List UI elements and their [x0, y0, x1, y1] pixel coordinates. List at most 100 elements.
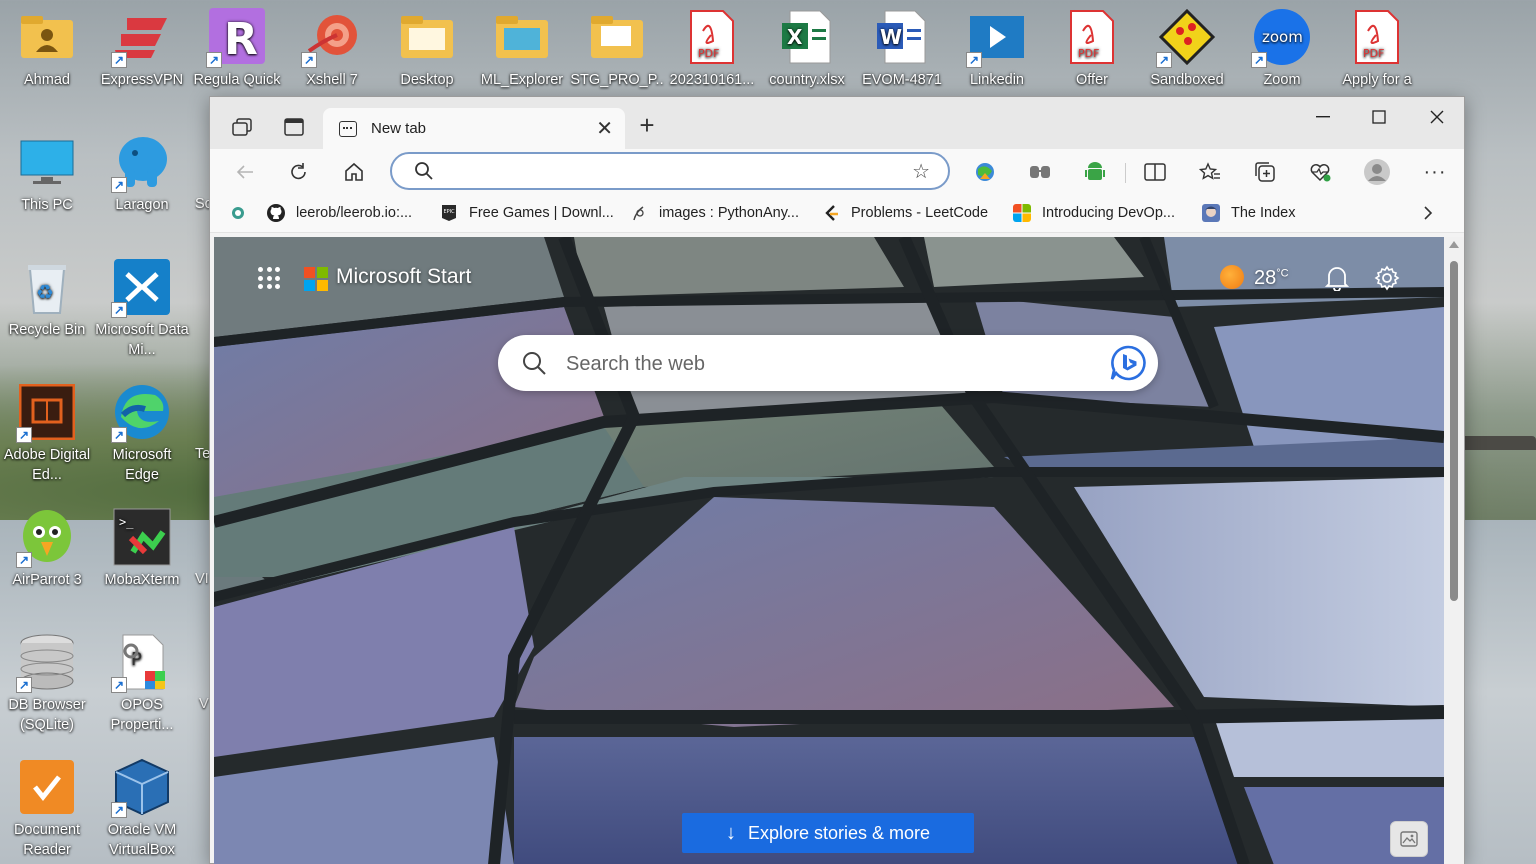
toolbar-separator	[1125, 163, 1126, 183]
scroll-up-arrow-icon[interactable]	[1449, 241, 1459, 248]
web-search-box[interactable]	[498, 335, 1158, 391]
favorite-star-icon[interactable]: ☆	[912, 159, 930, 184]
document-reader-icon	[18, 758, 76, 816]
address-bar[interactable]: ☆	[390, 152, 950, 190]
extension-download-manager[interactable]	[970, 157, 1000, 187]
close-tab-icon[interactable]: ✕	[596, 116, 613, 141]
minimize-icon	[1316, 116, 1330, 118]
new-tab-page-icon	[339, 120, 357, 137]
microsoft-start-brand[interactable]: Microsoft Start	[336, 265, 471, 289]
split-screen-icon	[1144, 163, 1166, 181]
desktop-icon-label: OPOS Properti...	[110, 697, 174, 733]
search-icon	[523, 352, 546, 375]
desktop-icon-label: Microsoft Data Mi...	[95, 322, 189, 358]
bookmark-free-games[interactable]: EPIC Free Games | Downl...	[440, 201, 614, 225]
back-button[interactable]	[230, 157, 260, 187]
refresh-icon	[291, 163, 306, 180]
workspaces-button[interactable]	[226, 111, 258, 143]
desktop-icon-mobaxterm[interactable]: >_ MobaXterm	[95, 500, 189, 620]
anime-avatar-icon	[1202, 204, 1220, 222]
desktop-icon-laragon[interactable]: ↗ Laragon	[95, 125, 189, 245]
edge-icon: ↗	[111, 383, 171, 443]
tab-new-tab[interactable]: New tab ✕	[323, 108, 625, 149]
weather-temperature[interactable]: 28°C	[1254, 267, 1289, 290]
more-dots-icon: ···	[1423, 160, 1447, 183]
notifications-button[interactable]	[1322, 263, 1352, 293]
browser-essentials-button[interactable]	[1305, 157, 1335, 187]
tab-actions-button[interactable]	[278, 111, 310, 143]
heart-pulse-icon	[1310, 164, 1331, 182]
background-image	[214, 237, 1444, 864]
desktop-icon-label: Microsoft Edge	[112, 447, 172, 483]
web-search-input[interactable]	[566, 351, 1086, 377]
glasses-icon	[1030, 166, 1050, 178]
browser-window: New tab ✕ + ☆ ··· leerob/leerob.io:... E…	[209, 96, 1465, 864]
profile-button[interactable]	[1362, 157, 1392, 187]
bookmark-pythonanywhere-images[interactable]: images : PythonAny...	[630, 201, 799, 225]
bookmark-devops[interactable]: Introducing DevOp...	[1013, 201, 1175, 225]
desktop-icon-label: AirParrot 3	[12, 572, 82, 588]
favorites-overflow-button[interactable]	[1422, 201, 1434, 225]
page-settings-button[interactable]	[1372, 263, 1402, 293]
desktop-icon-label: Document Reader	[13, 822, 81, 858]
maximize-button[interactable]	[1356, 101, 1402, 133]
close-window-button[interactable]	[1414, 101, 1460, 133]
desktop-icon-recycle-bin[interactable]: ♻ Recycle Bin	[0, 250, 94, 370]
home-button[interactable]	[339, 157, 369, 187]
refresh-button[interactable]	[284, 157, 314, 187]
desktop-icon-adobe-digital-editions[interactable]: ↗ Adobe Digital Ed...	[0, 375, 94, 495]
scroll-thumb[interactable]	[1450, 261, 1458, 601]
favorites-button[interactable]	[1195, 157, 1225, 187]
favorites-bar-app-icon[interactable]	[230, 201, 246, 225]
desktop-icon-db-browser[interactable]: ↗ DB Browser (SQLite)	[0, 625, 94, 745]
desktop-icon-document-reader[interactable]: Document Reader	[0, 750, 94, 864]
background-image-button[interactable]	[1390, 821, 1428, 857]
parrot-icon: ↗	[16, 508, 76, 568]
desktop-icon-microsoft-data-migration[interactable]: ↗ Microsoft Data Mi...	[95, 250, 189, 370]
word-icon: W	[873, 8, 931, 66]
address-input[interactable]	[444, 160, 884, 182]
maximize-icon	[1372, 110, 1386, 124]
favorites-bar: leerob/leerob.io:... EPIC Free Games | D…	[210, 193, 1464, 233]
temperature-unit: °C	[1276, 267, 1289, 280]
bookmark-leetcode[interactable]: Problems - LeetCode	[822, 201, 988, 225]
database-icon: ↗	[16, 633, 76, 693]
desktop-icon-label: This PC	[21, 197, 73, 213]
xshell-icon: ↗	[301, 8, 361, 68]
pdf-icon: PDF	[683, 8, 741, 66]
regula-icon: R ↗	[206, 8, 266, 68]
desktop-icon-airparrot[interactable]: ↗ AirParrot 3	[0, 500, 94, 620]
bing-chat-button[interactable]	[1108, 343, 1148, 383]
new-tab-button[interactable]: +	[632, 111, 662, 141]
zoom-icon: zoom ↗	[1251, 8, 1311, 68]
weather-sun-icon[interactable]	[1220, 265, 1244, 289]
split-screen-button[interactable]	[1140, 157, 1170, 187]
desktop-icon-microsoft-edge[interactable]: ↗ Microsoft Edge	[95, 375, 189, 495]
desktop-icon-label: Apply for a	[1342, 72, 1412, 88]
minimize-button[interactable]	[1300, 101, 1346, 133]
page-scrollbar[interactable]	[1444, 237, 1464, 864]
desktop-icon-virtualbox[interactable]: ↗ Oracle VM VirtualBox	[95, 750, 189, 864]
globe-extension-icon	[976, 163, 994, 181]
app-launcher-icon[interactable]	[258, 267, 280, 289]
workspaces-icon	[232, 118, 252, 136]
desktop-icon-ahmad[interactable]: Ahmad	[0, 0, 94, 120]
desktop-icon-label: Oracle VM VirtualBox	[107, 822, 177, 858]
desktop-icon-expressvpn[interactable]: ↗ ExpressVPN	[95, 0, 189, 120]
desktop-icon-opos-properties[interactable]: P ↗ OPOS Properti...	[95, 625, 189, 745]
bookmark-leerob[interactable]: leerob/leerob.io:...	[267, 201, 412, 225]
explore-stories-button[interactable]: ↓ Explore stories & more	[682, 813, 974, 853]
collections-button[interactable]	[1250, 157, 1280, 187]
android-icon	[1085, 162, 1105, 180]
sandboxie-icon: ↗	[1156, 8, 1216, 68]
extension-reader[interactable]	[1025, 157, 1055, 187]
svg-text:X: X	[787, 25, 803, 49]
desktop-icon-label: MobaXterm	[104, 572, 180, 588]
svg-text:PDF: PDF	[1078, 47, 1099, 60]
extension-android[interactable]	[1080, 157, 1110, 187]
bookmark-the-index[interactable]: The Index	[1202, 201, 1296, 225]
desktop-icon-this-pc[interactable]: This PC	[0, 125, 94, 245]
desktop-icon-label: Laragon	[115, 197, 169, 213]
avatar-icon	[1364, 159, 1390, 185]
settings-more-button[interactable]: ···	[1420, 157, 1450, 187]
